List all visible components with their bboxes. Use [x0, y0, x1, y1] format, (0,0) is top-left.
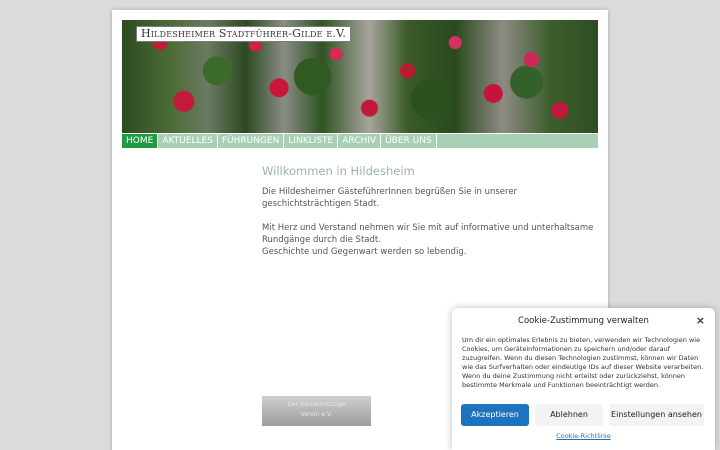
cookie-dialog-title: Cookie-Zustimmung verwalten	[518, 316, 649, 326]
cookie-button-row: Akzeptieren Ablehnen Einstellungen anseh…	[461, 404, 706, 426]
welcome-paragraph: Mit Herz und Verstand nehmen wir Sie mit…	[262, 222, 598, 258]
header-banner: Hildesheimer Stadtführer-Gilde e.V.	[122, 20, 598, 133]
nav-item-fuehrungen[interactable]: FÜHRUNGEN	[218, 134, 285, 148]
nav-item-linkliste[interactable]: LINKLISTE	[284, 134, 339, 148]
association-badge[interactable]: Der Gemeinnützige Verein e.V.	[262, 396, 371, 426]
badge-line-1: Der Gemeinnützige	[287, 401, 346, 408]
nav-item-ueber-uns[interactable]: ÜBER UNS	[381, 134, 437, 148]
intro-paragraph: Die Hildesheimer GästeführerInnen begrüß…	[262, 187, 518, 209]
site-logo[interactable]: Hildesheimer Stadtführer-Gilde e.V.	[136, 26, 352, 42]
view-settings-button[interactable]: Einstellungen ansehen	[609, 404, 704, 426]
page-title: Willkommen in Hildesheim	[262, 164, 415, 178]
main-content: Willkommen in Hildesheim Die Hildesheime…	[262, 164, 598, 270]
welcome-line-2: Geschichte und Gegenwart werden so leben…	[262, 247, 467, 257]
welcome-line-1: Mit Herz und Verstand nehmen wir Sie mit…	[262, 223, 594, 245]
nav-item-archiv[interactable]: ARCHIV	[338, 134, 382, 148]
main-nav: HOME AKTUELLES FÜHRUNGEN LINKLISTE ARCHI…	[122, 134, 598, 148]
nav-item-home[interactable]: HOME	[122, 134, 159, 148]
deny-button[interactable]: Ablehnen	[535, 404, 603, 426]
cookie-consent-dialog: Cookie-Zustimmung verwalten × Um dir ein…	[452, 308, 715, 450]
nav-item-aktuelles[interactable]: AKTUELLES	[158, 134, 218, 148]
badge-line-2: Verein e.V.	[300, 411, 333, 418]
cookie-policy-link[interactable]: Cookie-Richtlinie	[452, 432, 715, 440]
cookie-dialog-text: Um dir ein optimales Erlebnis zu bieten,…	[462, 336, 704, 389]
close-icon[interactable]: ×	[696, 314, 705, 327]
accept-button[interactable]: Akzeptieren	[461, 404, 529, 426]
